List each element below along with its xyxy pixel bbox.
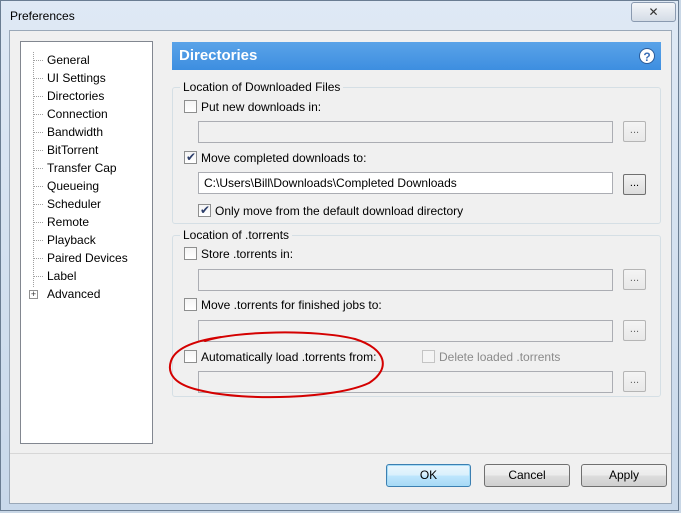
preferences-window: Preferences ✕ General UI Settings Direct…	[0, 0, 679, 511]
move-torrents-finished-checkbox[interactable]	[184, 298, 197, 312]
tree-item-paired-devices[interactable]: Paired Devices	[47, 250, 128, 266]
store-torrents-checkbox[interactable]	[184, 247, 197, 261]
store-torrents-path[interactable]	[198, 269, 613, 291]
move-torrents-finished-browse-button[interactable]: ...	[623, 320, 646, 341]
apply-button[interactable]: Apply	[581, 464, 667, 487]
auto-load-torrents-path[interactable]	[198, 371, 613, 393]
move-torrents-finished-row[interactable]: Move .torrents for finished jobs to:	[184, 297, 382, 313]
auto-load-torrents-label: Automatically load .torrents from:	[201, 350, 377, 364]
delete-loaded-torrents-label: Delete loaded .torrents	[439, 350, 561, 364]
tree-item-advanced[interactable]: Advanced	[47, 286, 100, 302]
delete-loaded-torrents-row[interactable]: Delete loaded .torrents	[422, 349, 560, 365]
section-title: Directories	[179, 47, 258, 64]
close-icon: ✕	[648, 5, 659, 19]
button-separator	[10, 453, 671, 454]
put-new-downloads-checkbox[interactable]	[184, 100, 197, 114]
delete-loaded-torrents-checkbox[interactable]	[422, 350, 435, 364]
tree-item-scheduler[interactable]: Scheduler	[47, 196, 101, 212]
move-completed-checkbox[interactable]	[184, 149, 197, 165]
store-torrents-label: Store .torrents in:	[201, 247, 294, 261]
auto-load-torrents-checkbox[interactable]	[184, 350, 197, 364]
only-move-default-checkbox[interactable]	[198, 202, 211, 218]
cancel-button[interactable]: Cancel	[484, 464, 570, 487]
only-move-default-row[interactable]: Only move from the default download dire…	[198, 202, 464, 219]
tree-item-label[interactable]: Label	[47, 268, 76, 284]
help-icon[interactable]: ?	[639, 48, 655, 64]
move-completed-row[interactable]: Move completed downloads to:	[184, 149, 367, 166]
downloaded-files-group-label: Location of Downloaded Files	[180, 80, 344, 94]
move-completed-browse-button[interactable]: ...	[623, 174, 646, 195]
auto-load-torrents-row[interactable]: Automatically load .torrents from:	[184, 349, 376, 365]
store-torrents-browse-button[interactable]: ...	[623, 269, 646, 290]
title-bar[interactable]: Preferences ✕	[1, 1, 678, 31]
category-tree[interactable]: General UI Settings Directories Connecti…	[20, 41, 153, 444]
move-torrents-finished-label: Move .torrents for finished jobs to:	[201, 298, 382, 312]
put-new-downloads-row[interactable]: Put new downloads in:	[184, 99, 321, 115]
section-header: Directories ?	[172, 42, 661, 70]
tree-guide-line	[33, 52, 34, 287]
expand-plus-icon[interactable]: +	[29, 290, 38, 299]
tree-item-ui-settings[interactable]: UI Settings	[47, 70, 106, 86]
put-new-downloads-label: Put new downloads in:	[201, 100, 322, 114]
close-button[interactable]: ✕	[631, 2, 676, 22]
dialog-body: General UI Settings Directories Connecti…	[9, 30, 672, 504]
tree-item-connection[interactable]: Connection	[47, 106, 108, 122]
put-new-downloads-path[interactable]	[198, 121, 613, 143]
store-torrents-row[interactable]: Store .torrents in:	[184, 246, 293, 262]
tree-item-bittorrent[interactable]: BitTorrent	[47, 142, 98, 158]
only-move-default-label: Only move from the default download dire…	[215, 204, 464, 218]
tree-item-remote[interactable]: Remote	[47, 214, 89, 230]
tree-item-bandwidth[interactable]: Bandwidth	[47, 124, 103, 140]
auto-load-torrents-browse-button[interactable]: ...	[623, 371, 646, 392]
torrents-group-label: Location of .torrents	[180, 228, 293, 242]
tree-item-general[interactable]: General	[47, 52, 90, 68]
tree-item-queueing[interactable]: Queueing	[47, 178, 99, 194]
ok-button[interactable]: OK	[386, 464, 471, 487]
tree-item-playback[interactable]: Playback	[47, 232, 96, 248]
window-title: Preferences	[10, 9, 75, 23]
move-completed-label: Move completed downloads to:	[201, 151, 367, 165]
move-completed-path[interactable]: C:\Users\Bill\Downloads\Completed Downlo…	[198, 172, 613, 194]
tree-item-directories[interactable]: Directories	[47, 88, 104, 104]
move-torrents-finished-path[interactable]	[198, 320, 613, 342]
tree-item-transfer-cap[interactable]: Transfer Cap	[47, 160, 117, 176]
put-new-downloads-browse-button[interactable]: ...	[623, 121, 646, 142]
